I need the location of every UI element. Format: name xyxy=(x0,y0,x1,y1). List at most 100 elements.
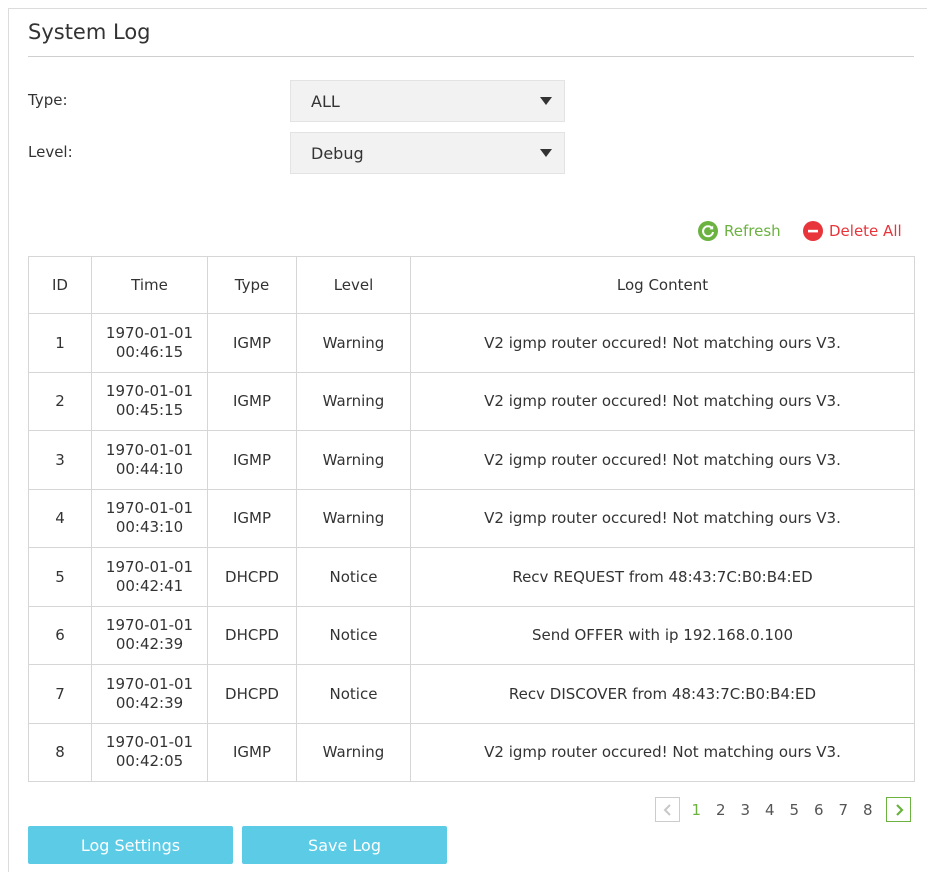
cell-level: Notice xyxy=(296,547,411,607)
column-header-type: Type xyxy=(207,256,297,314)
cell-time: 1970-01-01 00:45:15 xyxy=(91,371,208,431)
cell-type: DHCPD xyxy=(207,605,297,665)
cell-content: Send OFFER with ip 192.168.0.100 xyxy=(410,605,915,665)
cell-level: Warning xyxy=(296,488,411,548)
cell-level: Notice xyxy=(296,664,411,724)
cell-date: 1970-01-01 xyxy=(105,323,194,342)
cell-content: V2 igmp router occured! Not matching our… xyxy=(410,722,915,782)
cell-type: DHCPD xyxy=(207,547,297,607)
cell-id: 8 xyxy=(28,722,92,782)
type-label: Type: xyxy=(28,91,68,109)
page-link-7[interactable]: 7 xyxy=(831,801,856,819)
page-link-2[interactable]: 2 xyxy=(709,801,734,819)
table-header-row: ID Time Type Level Log Content xyxy=(28,256,915,314)
title-divider xyxy=(28,56,914,57)
cell-clock: 00:42:39 xyxy=(115,693,184,712)
cell-type: DHCPD xyxy=(207,664,297,724)
page-link-3[interactable]: 3 xyxy=(733,801,758,819)
cell-clock: 00:43:10 xyxy=(115,518,184,537)
cell-level: Notice xyxy=(296,605,411,665)
cell-type: IGMP xyxy=(207,371,297,431)
table-row: 4 1970-01-01 00:43:10 IGMP Warning V2 igm… xyxy=(28,488,915,548)
type-select[interactable]: ALL xyxy=(290,80,565,122)
page-link-6[interactable]: 6 xyxy=(807,801,832,819)
page-title: System Log xyxy=(28,20,151,44)
cell-id: 7 xyxy=(28,664,92,724)
cell-level: Warning xyxy=(296,371,411,431)
caret-down-icon xyxy=(540,149,552,157)
cell-type: IGMP xyxy=(207,313,297,373)
delete-all-label: Delete All xyxy=(829,222,902,240)
cell-id: 2 xyxy=(28,371,92,431)
table-row: 6 1970-01-01 00:42:39 DHCPD Notice Send O… xyxy=(28,605,915,665)
caret-down-icon xyxy=(540,97,552,105)
cell-level: Warning xyxy=(296,722,411,782)
cell-content: Recv DISCOVER from 48:43:7C:B0:B4:ED xyxy=(410,664,915,724)
cell-date: 1970-01-01 xyxy=(105,499,194,518)
cell-content: V2 igmp router occured! Not matching our… xyxy=(410,313,915,373)
page-link-8[interactable]: 8 xyxy=(856,801,881,819)
cell-content: V2 igmp router occured! Not matching our… xyxy=(410,488,915,548)
cell-time: 1970-01-01 00:43:10 xyxy=(91,488,208,548)
refresh-button[interactable]: Refresh xyxy=(698,221,781,241)
table-row: 5 1970-01-01 00:42:41 DHCPD Notice Recv R… xyxy=(28,547,915,607)
log-settings-button[interactable]: Log Settings xyxy=(28,826,233,864)
column-header-id: ID xyxy=(28,256,92,314)
chevron-left-icon xyxy=(663,803,671,816)
table-row: 3 1970-01-01 00:44:10 IGMP Warning V2 igm… xyxy=(28,430,915,490)
page-link-4[interactable]: 4 xyxy=(758,801,783,819)
cell-date: 1970-01-01 xyxy=(105,382,194,401)
cell-time: 1970-01-01 00:42:05 xyxy=(91,722,208,782)
column-header-time: Time xyxy=(91,256,208,314)
cell-date: 1970-01-01 xyxy=(105,674,194,693)
cell-clock: 00:42:41 xyxy=(115,576,184,595)
cell-time: 1970-01-01 00:42:39 xyxy=(91,664,208,724)
page-link-1[interactable]: 1 xyxy=(684,801,709,819)
table-row: 2 1970-01-01 00:45:15 IGMP Warning V2 igm… xyxy=(28,371,915,431)
cell-time: 1970-01-01 00:46:15 xyxy=(91,313,208,373)
column-header-level: Level xyxy=(296,256,411,314)
cell-type: IGMP xyxy=(207,488,297,548)
cell-date: 1970-01-01 xyxy=(105,616,194,635)
previous-page-button[interactable] xyxy=(655,797,680,822)
pagination: 1 2 3 4 5 6 7 8 xyxy=(655,797,911,822)
refresh-label: Refresh xyxy=(724,222,781,240)
cell-date: 1970-01-01 xyxy=(105,733,194,752)
cell-id: 1 xyxy=(28,313,92,373)
level-select[interactable]: Debug xyxy=(290,132,565,174)
cell-level: Warning xyxy=(296,430,411,490)
cell-id: 5 xyxy=(28,547,92,607)
delete-all-button[interactable]: Delete All xyxy=(803,221,902,241)
cell-type: IGMP xyxy=(207,430,297,490)
column-header-log-content: Log Content xyxy=(410,256,915,314)
cell-clock: 00:45:15 xyxy=(115,401,184,420)
cell-clock: 00:42:05 xyxy=(115,752,184,771)
cell-clock: 00:46:15 xyxy=(115,342,184,361)
cell-date: 1970-01-01 xyxy=(105,440,194,459)
cell-content: Recv REQUEST from 48:43:7C:B0:B4:ED xyxy=(410,547,915,607)
system-log-table: ID Time Type Level Log Content 1 1970-01… xyxy=(28,256,915,782)
cell-time: 1970-01-01 00:44:10 xyxy=(91,430,208,490)
cell-type: IGMP xyxy=(207,722,297,782)
cell-date: 1970-01-01 xyxy=(105,557,194,576)
cell-time: 1970-01-01 00:42:41 xyxy=(91,547,208,607)
chevron-right-icon xyxy=(895,803,904,816)
cell-time: 1970-01-01 00:42:39 xyxy=(91,605,208,665)
cell-id: 6 xyxy=(28,605,92,665)
refresh-icon xyxy=(698,221,718,241)
page-link-5[interactable]: 5 xyxy=(782,801,807,819)
save-log-button[interactable]: Save Log xyxy=(242,826,447,864)
cell-content: V2 igmp router occured! Not matching our… xyxy=(410,430,915,490)
cell-clock: 00:44:10 xyxy=(115,459,184,478)
cell-id: 3 xyxy=(28,430,92,490)
cell-level: Warning xyxy=(296,313,411,373)
cell-id: 4 xyxy=(28,488,92,548)
minus-circle-icon xyxy=(803,221,823,241)
cell-clock: 00:42:39 xyxy=(115,635,184,654)
table-row: 1 1970-01-01 00:46:15 IGMP Warning V2 igm… xyxy=(28,313,915,373)
cell-content: V2 igmp router occured! Not matching our… xyxy=(410,371,915,431)
next-page-button[interactable] xyxy=(886,797,911,822)
level-label: Level: xyxy=(28,143,73,161)
type-select-value: ALL xyxy=(311,92,340,111)
level-select-value: Debug xyxy=(311,144,364,163)
